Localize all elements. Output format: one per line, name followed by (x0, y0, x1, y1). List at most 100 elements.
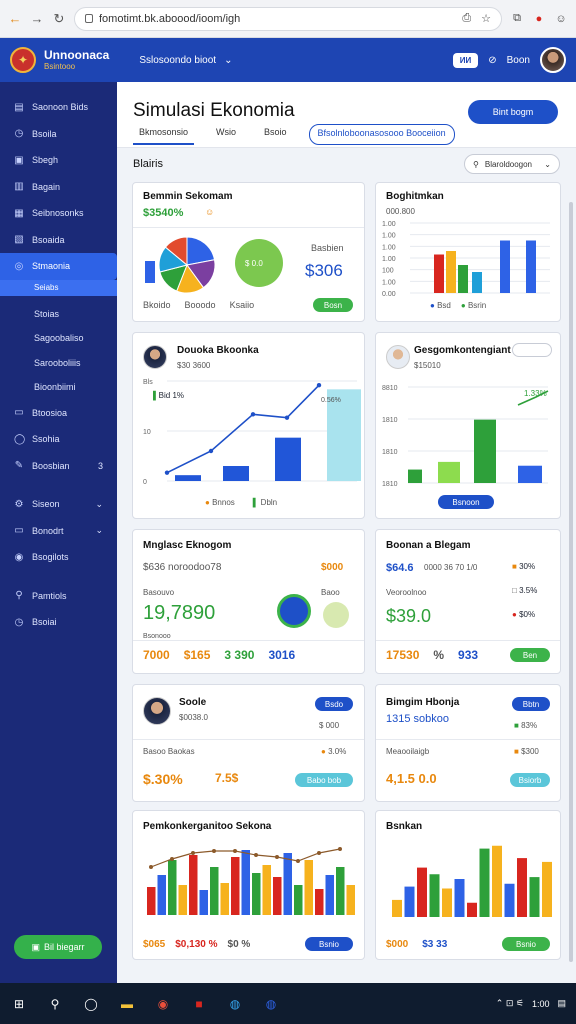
scrollbar[interactable] (569, 202, 573, 962)
sidebar-item-label: Bioonbiimi (34, 382, 76, 393)
tick-label: 1.00 (382, 233, 396, 240)
card-button[interactable]: Bsnoon (438, 495, 494, 509)
sidebar-item[interactable]: ▧ Bsoaida (0, 227, 117, 254)
search-input[interactable]: ⚲ Blaroldoogon ⌄ (464, 154, 560, 174)
edge-icon[interactable]: ◍ (262, 995, 280, 1013)
toggle[interactable] (512, 343, 552, 357)
sidebar-item[interactable]: ◉ Bsogilots (0, 544, 117, 571)
bar (438, 461, 460, 483)
sidebar-item-label: Siseon (32, 499, 60, 510)
sidebar-green-button[interactable]: ▣ Bil biegarr (14, 935, 102, 959)
card-value: 000.800 (386, 207, 415, 216)
sidebar-item[interactable]: ◯ Ssohia (0, 426, 117, 453)
footer-stat: 3 390 (224, 648, 255, 662)
sidebar-item[interactable]: ▥ Bagain (0, 174, 117, 201)
workspace-switcher[interactable]: Sslosoondo bioot ⌄ (139, 55, 232, 66)
tick-label: 1.00 (382, 256, 396, 263)
help-icon[interactable]: ⊘ (488, 55, 496, 66)
primary-action-button[interactable]: Bint bogm (468, 100, 558, 124)
footer-label: Bsonooo (143, 633, 171, 640)
card-button[interactable]: Babo bob (295, 773, 353, 787)
tick-label: 0.00 (382, 291, 396, 298)
sidebar-item[interactable]: ✎ Boosbian 3 (0, 453, 117, 480)
windows-icon[interactable]: ⊞ (10, 995, 28, 1013)
sidebar-item[interactable]: ▣ Sbegh (0, 147, 117, 174)
sidebar-item[interactable]: ◷ Bsoila (0, 121, 117, 148)
tick-label: 1810 (382, 417, 398, 424)
bar (518, 465, 542, 483)
footer-stat: $065 (143, 939, 166, 950)
bar (315, 889, 324, 915)
address-bar[interactable]: fomotimt.bk.aboood/ioom/igh ⎙ ☆ (74, 6, 502, 31)
sidebar-item[interactable]: Sarooboliiis (0, 351, 117, 376)
sidebar-item[interactable]: ⚙ Siseon ⌄ (0, 491, 117, 518)
bar (220, 883, 229, 915)
back-arrow-icon[interactable]: ← (8, 11, 22, 26)
sidebar-item[interactable]: ▦ Seibnosonks (0, 200, 117, 227)
menu-icon[interactable]: ☺ (554, 13, 568, 25)
bar (178, 885, 187, 915)
reload-icon[interactable]: ↻ (52, 11, 66, 27)
card-value: $3540% (143, 207, 184, 219)
taskview-icon[interactable]: ◯ (82, 995, 100, 1013)
folder-icon[interactable]: ▬ (118, 995, 136, 1013)
sidebar-item-label: Bsoiai (32, 617, 57, 628)
brand-logo[interactable]: ✦ (10, 47, 36, 73)
tray-icons[interactable]: ⌃ ⊡ ⚟ (496, 998, 524, 1009)
bar (408, 469, 422, 483)
tick-label: 10 (143, 429, 151, 436)
share-icon[interactable]: ⎙ (462, 12, 471, 25)
card-button[interactable]: Bsiorb (510, 773, 550, 787)
sidebar-item[interactable]: ◎ Stmaonia (0, 253, 117, 280)
sidebar-item-label: Boosbian (32, 460, 70, 471)
sidebar-item[interactable]: Stoias (0, 302, 117, 327)
card-button[interactable]: Ben (510, 648, 550, 662)
footer-stats: 7000 $165 3 390 3016 (143, 648, 295, 662)
bar (526, 240, 536, 293)
app-icon[interactable]: ■ (190, 995, 208, 1013)
card-title: Bsnkan (386, 821, 423, 832)
card-button[interactable]: Bsnio (502, 937, 550, 951)
card-button[interactable]: Bosn (313, 298, 353, 312)
bar (175, 475, 201, 481)
lock-icon (85, 14, 93, 23)
sidebar-item[interactable]: ▭ Bonodrt ⌄ (0, 518, 117, 545)
edge-icon[interactable]: ◍ (226, 995, 244, 1013)
forward-arrow-icon[interactable]: → (30, 11, 44, 26)
sidebar-item-label: Bagain (32, 181, 61, 192)
card-sub: $15010 (414, 361, 441, 370)
help-label[interactable]: Boon (507, 55, 530, 66)
tab-4[interactable]: Bfsolnloboonasosooo Booceiion (308, 124, 455, 145)
card-rank: Bsnkan $000 $3 33 Bsnio (375, 810, 561, 960)
avatar[interactable] (540, 47, 566, 73)
tab-3[interactable]: Bsoio (258, 124, 293, 145)
sidebar-item[interactable]: Bioonbiimi (0, 375, 117, 400)
sidebar-item[interactable]: ◷ Bsoiai (0, 609, 117, 636)
pie-legend: Bkoido Booodo Ksaiio (143, 300, 254, 310)
card-sub: 1315 sobkoo (386, 713, 449, 725)
bar (223, 466, 249, 481)
chrome-icon[interactable]: ◉ (154, 995, 172, 1013)
tab-1[interactable]: Bkmosonsio (133, 124, 195, 145)
lang-pill[interactable]: ИИ (452, 52, 479, 68)
bar (467, 902, 477, 917)
sidebar-icon: ◉ (14, 551, 24, 563)
notification-icon[interactable]: ▤ (557, 998, 566, 1009)
tab-2[interactable]: Wsio (210, 124, 242, 145)
sidebar-item[interactable]: ⚲ Pamtiols (0, 583, 117, 610)
search-icon[interactable]: ⚲ (46, 995, 64, 1013)
card-pill[interactable]: Bsdo (315, 697, 353, 711)
sidebar-item-label: Ssohia (32, 434, 60, 445)
card-pill[interactable]: Bbtn (512, 697, 550, 711)
sidebar-item[interactable]: ▤ Saonoon Bids (0, 94, 117, 121)
sidebar-subitem-active[interactable]: Seiabs (0, 279, 117, 296)
profile-icon[interactable]: ● (532, 13, 546, 25)
card-button[interactable]: Bsnio (305, 937, 353, 951)
star-icon[interactable]: ☆ (481, 12, 491, 25)
sidebar-icon: ▦ (14, 207, 24, 219)
sidebar-item[interactable]: Sagoobaliso (0, 326, 117, 351)
sidebar-item[interactable]: ▭ Btoosioa (0, 400, 117, 427)
badge-1: ■ 30% (512, 562, 536, 571)
extensions-icon[interactable]: ⧉ (510, 12, 524, 25)
stat-big: $39.0 (386, 606, 432, 626)
